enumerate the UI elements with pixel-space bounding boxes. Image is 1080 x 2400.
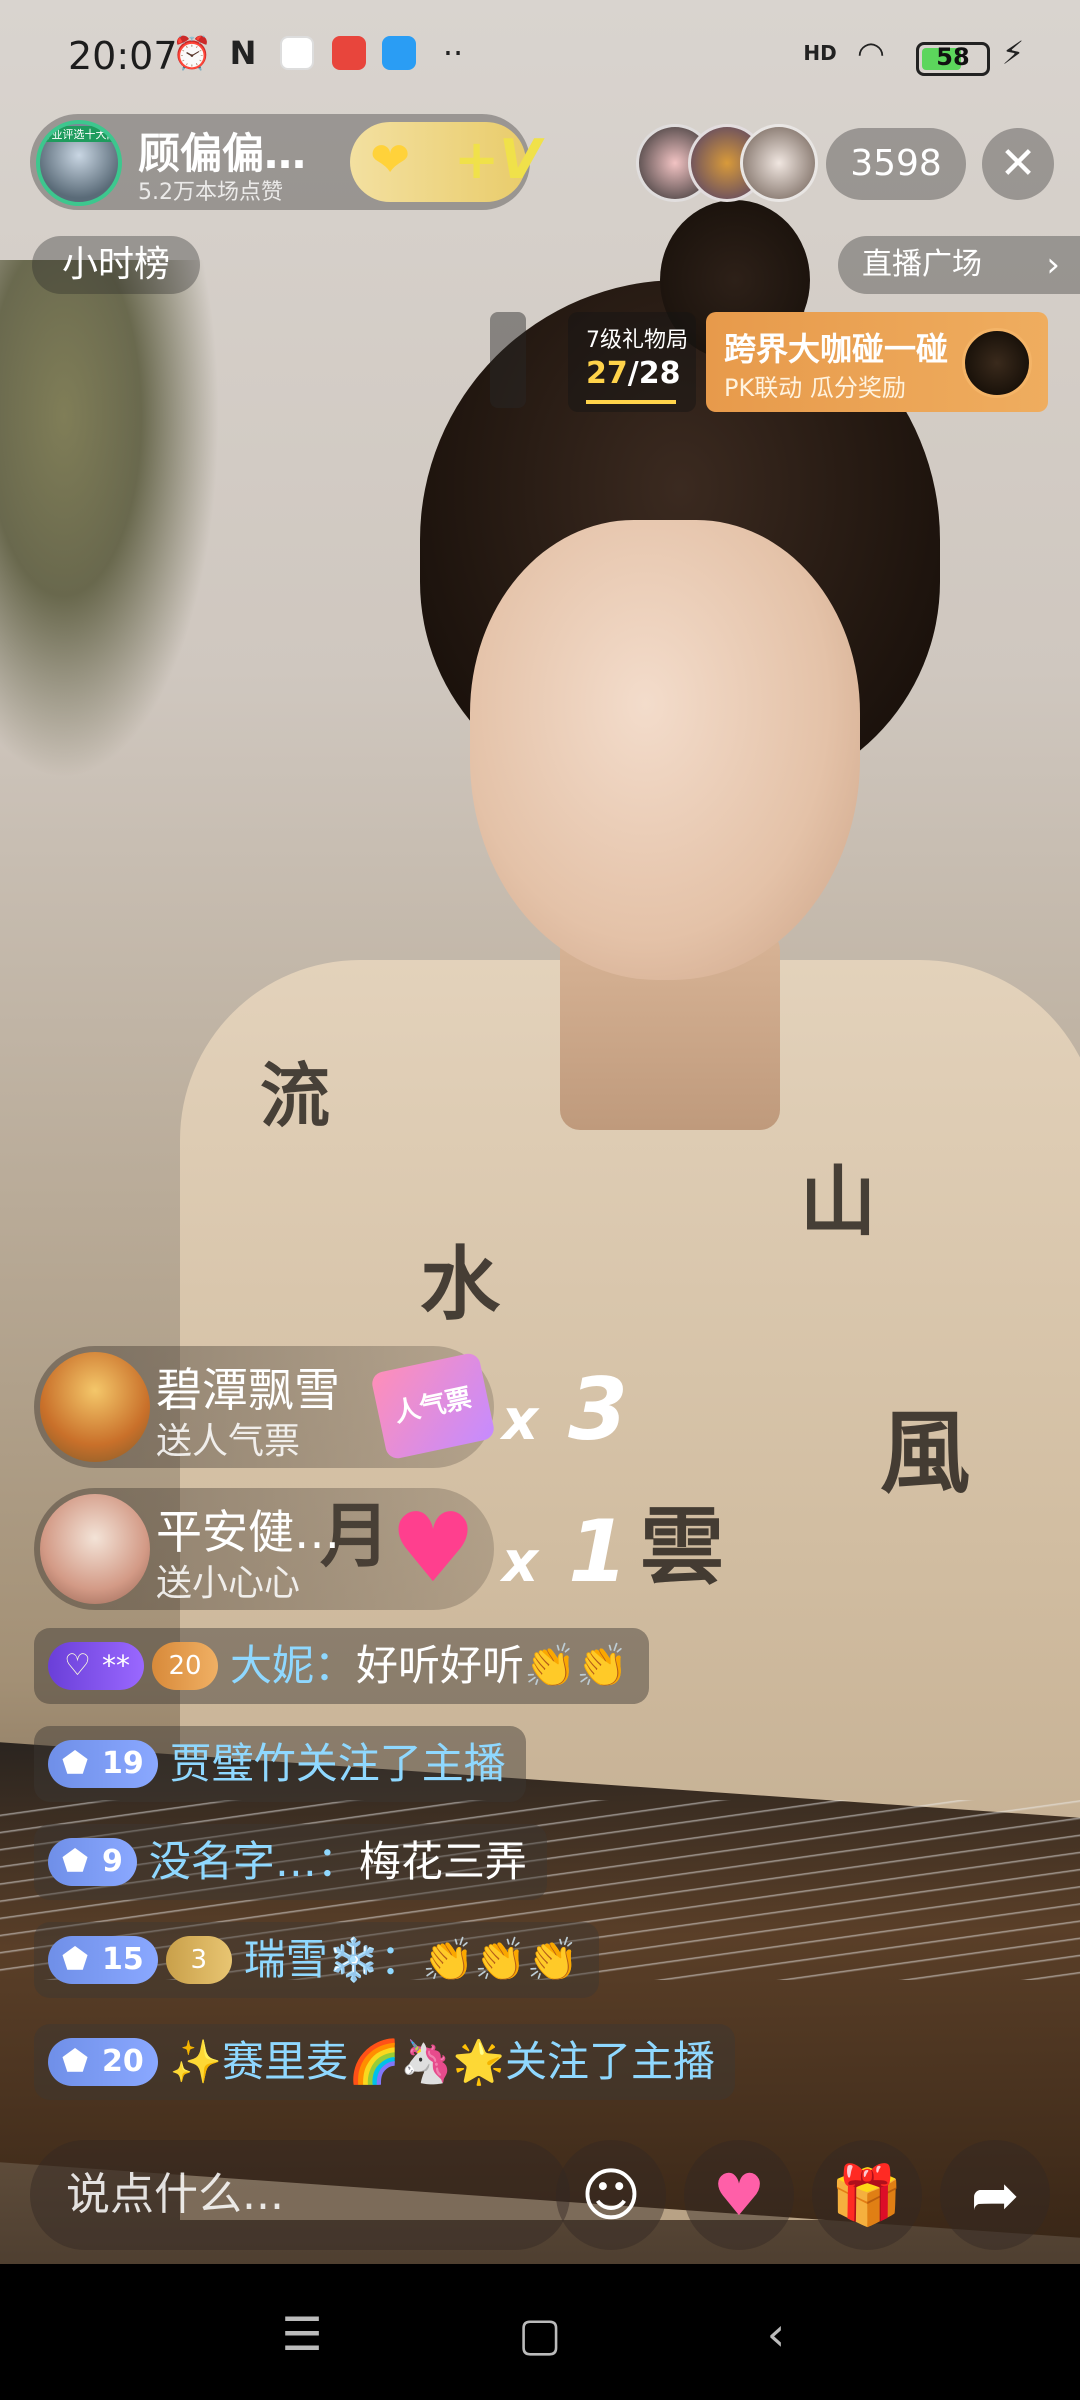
gift-level-total: /28 bbox=[627, 356, 681, 391]
gift-icon[interactable]: 🎁 bbox=[812, 2140, 922, 2250]
app-red-icon bbox=[332, 36, 366, 70]
host-likes: 5.2万本场点赞 bbox=[138, 180, 283, 205]
gift-count-value: 3 bbox=[568, 1360, 628, 1460]
emoji-icon[interactable]: ☺ bbox=[556, 2140, 666, 2250]
chat-username[interactable]: 瑞雪❄️： bbox=[244, 1934, 422, 1986]
gift-level-label: 7级礼物局 bbox=[586, 328, 688, 353]
chat-username[interactable]: ✨赛里麦🌈🦄🌟 bbox=[170, 2036, 505, 2088]
app-blue-icon bbox=[382, 36, 416, 70]
popularity-ticket-icon: 人气票 bbox=[370, 1351, 496, 1461]
share-icon[interactable]: ➦ bbox=[940, 2140, 1050, 2250]
pk-logo-icon bbox=[962, 328, 1032, 398]
gift-sender-name: 碧潭飘雪 bbox=[156, 1363, 340, 1417]
gift-notification: 碧潭飘雪 送人气票 人气票 x 3 bbox=[34, 1346, 628, 1468]
side-panel-tab[interactable] bbox=[490, 312, 526, 408]
status-time: 20:07 bbox=[68, 34, 178, 78]
sender-avatar[interactable] bbox=[40, 1352, 150, 1462]
more-dots-icon: ·· bbox=[442, 34, 464, 72]
club-level-badge: 3 bbox=[165, 1936, 232, 1984]
home-icon[interactable]: ▢ bbox=[500, 2294, 580, 2374]
live-plaza-link[interactable]: 直播广场 › bbox=[838, 236, 1080, 294]
close-icon[interactable]: ✕ bbox=[982, 128, 1054, 200]
gift-count: x 3 bbox=[502, 1360, 628, 1460]
background-tree bbox=[0, 260, 220, 780]
fan-badge: ** bbox=[48, 1642, 144, 1690]
battery-indicator: 58 bbox=[916, 42, 990, 76]
chat-message[interactable]: 9没名字…：梅花三弄 bbox=[34, 1824, 547, 1900]
user-level-badge: 15 bbox=[48, 1936, 158, 1984]
menu-icon[interactable]: ☰ bbox=[262, 2294, 342, 2374]
follow-button[interactable]: ❤ +V bbox=[350, 122, 541, 202]
viewer-count[interactable]: 3598 bbox=[826, 128, 966, 200]
club-level-badge: 20 bbox=[152, 1642, 218, 1690]
live-plaza-label: 直播广场 bbox=[862, 247, 982, 282]
gold-heart-icon: ❤ bbox=[370, 132, 411, 188]
gift-action: 送小心心 bbox=[156, 1563, 301, 1604]
user-level-badge: 20 bbox=[48, 2038, 158, 2086]
gift-notification: 平安健… 送小心心 ♥ x 1 bbox=[34, 1488, 628, 1610]
chat-username[interactable]: 没名字…： bbox=[149, 1836, 359, 1888]
pk-banner-title: 跨界大咖碰一碰 bbox=[724, 330, 949, 368]
chat-text: 梅花三弄 bbox=[358, 1837, 527, 1886]
small-heart-gift-icon: ♥ bbox=[389, 1492, 477, 1604]
chat-text: 好听好听👏👏 bbox=[356, 1641, 629, 1690]
chat-username[interactable]: 贾璧竹 bbox=[170, 1738, 296, 1790]
host-info-card[interactable]: 专业评选十大网 顾偏偏… 5.2万本场点赞 ❤ +V bbox=[30, 114, 541, 210]
host-name[interactable]: 顾偏偏… bbox=[138, 120, 306, 181]
hourly-rank-chip[interactable]: 小时榜 bbox=[32, 236, 201, 294]
gift-count: x 1 bbox=[502, 1502, 628, 1602]
play-store-icon bbox=[280, 36, 314, 70]
gift-action: 送人气票 bbox=[156, 1421, 301, 1462]
user-level-badge: 19 bbox=[48, 1740, 158, 1788]
chat-text: 关注了主播 bbox=[504, 2037, 715, 2086]
nfc-icon: N bbox=[229, 34, 257, 72]
gift-level-progress[interactable]: 7级礼物局 27/28 bbox=[568, 312, 696, 412]
chat-message[interactable]: 19贾璧竹 关注了主播 bbox=[34, 1726, 526, 1802]
pk-banner-subtitle: PK联动 瓜分奖励 bbox=[724, 374, 906, 402]
wifi-icon: ◠ bbox=[857, 34, 885, 72]
chat-message[interactable]: 20✨赛里麦🌈🦄🌟 关注了主播 bbox=[34, 2024, 735, 2100]
gift-level-count: 27/28 bbox=[586, 356, 680, 391]
vip-v-icon: +V bbox=[454, 128, 542, 191]
performer-face bbox=[470, 520, 860, 980]
bottom-action-bar: 说点什么... ☺ ♥ 🎁 ➦ bbox=[0, 2130, 1080, 2260]
live-stream-screen: 流 水 山 風 月 雲 20:07 ⏰ N ·· HD ◠ 58 ⚡ 专业评选十… bbox=[0, 0, 1080, 2400]
chat-username[interactable]: 大妮： bbox=[230, 1640, 356, 1692]
charging-icon: ⚡ bbox=[1001, 34, 1025, 72]
comment-input[interactable]: 说点什么... bbox=[30, 2140, 570, 2250]
chat-text: 关注了主播 bbox=[295, 1739, 506, 1788]
gift-count-prefix: x bbox=[502, 1388, 539, 1453]
status-bar: 20:07 ⏰ N ·· HD ◠ 58 ⚡ bbox=[0, 0, 1080, 116]
battery-percent: 58 bbox=[936, 43, 970, 71]
signal-hd-icon: HD bbox=[803, 41, 837, 65]
chat-message[interactable]: **20大妮：好听好听👏👏 bbox=[34, 1628, 649, 1704]
pk-banner[interactable]: 跨界大咖碰一碰 PK联动 瓜分奖励 bbox=[706, 312, 1048, 412]
gift-sender-name: 平安健… bbox=[156, 1505, 340, 1559]
chat-message[interactable]: 153瑞雪❄️：👏👏👏 bbox=[34, 1922, 599, 1998]
system-nav-bar: ☰ ▢ ‹ bbox=[0, 2264, 1080, 2400]
chat-text: 👏👏👏 bbox=[422, 1935, 579, 1984]
heart-like-icon[interactable]: ♥ bbox=[684, 2140, 794, 2250]
gift-level-bar bbox=[586, 400, 676, 404]
host-avatar-badge: 专业评选十大网 bbox=[40, 126, 118, 142]
top-viewers[interactable] bbox=[636, 124, 818, 204]
back-icon[interactable]: ‹ bbox=[736, 2294, 816, 2374]
alarm-icon: ⏰ bbox=[172, 34, 212, 72]
gift-count-value: 1 bbox=[568, 1502, 628, 1602]
viewer-avatar[interactable] bbox=[740, 124, 818, 202]
user-level-badge: 9 bbox=[48, 1838, 137, 1886]
gift-count-prefix: x bbox=[502, 1530, 539, 1595]
sender-avatar[interactable] bbox=[40, 1494, 150, 1604]
host-avatar[interactable]: 专业评选十大网 bbox=[36, 120, 122, 206]
gift-level-current: 27 bbox=[586, 356, 628, 391]
chevron-right-icon: › bbox=[1046, 245, 1060, 285]
